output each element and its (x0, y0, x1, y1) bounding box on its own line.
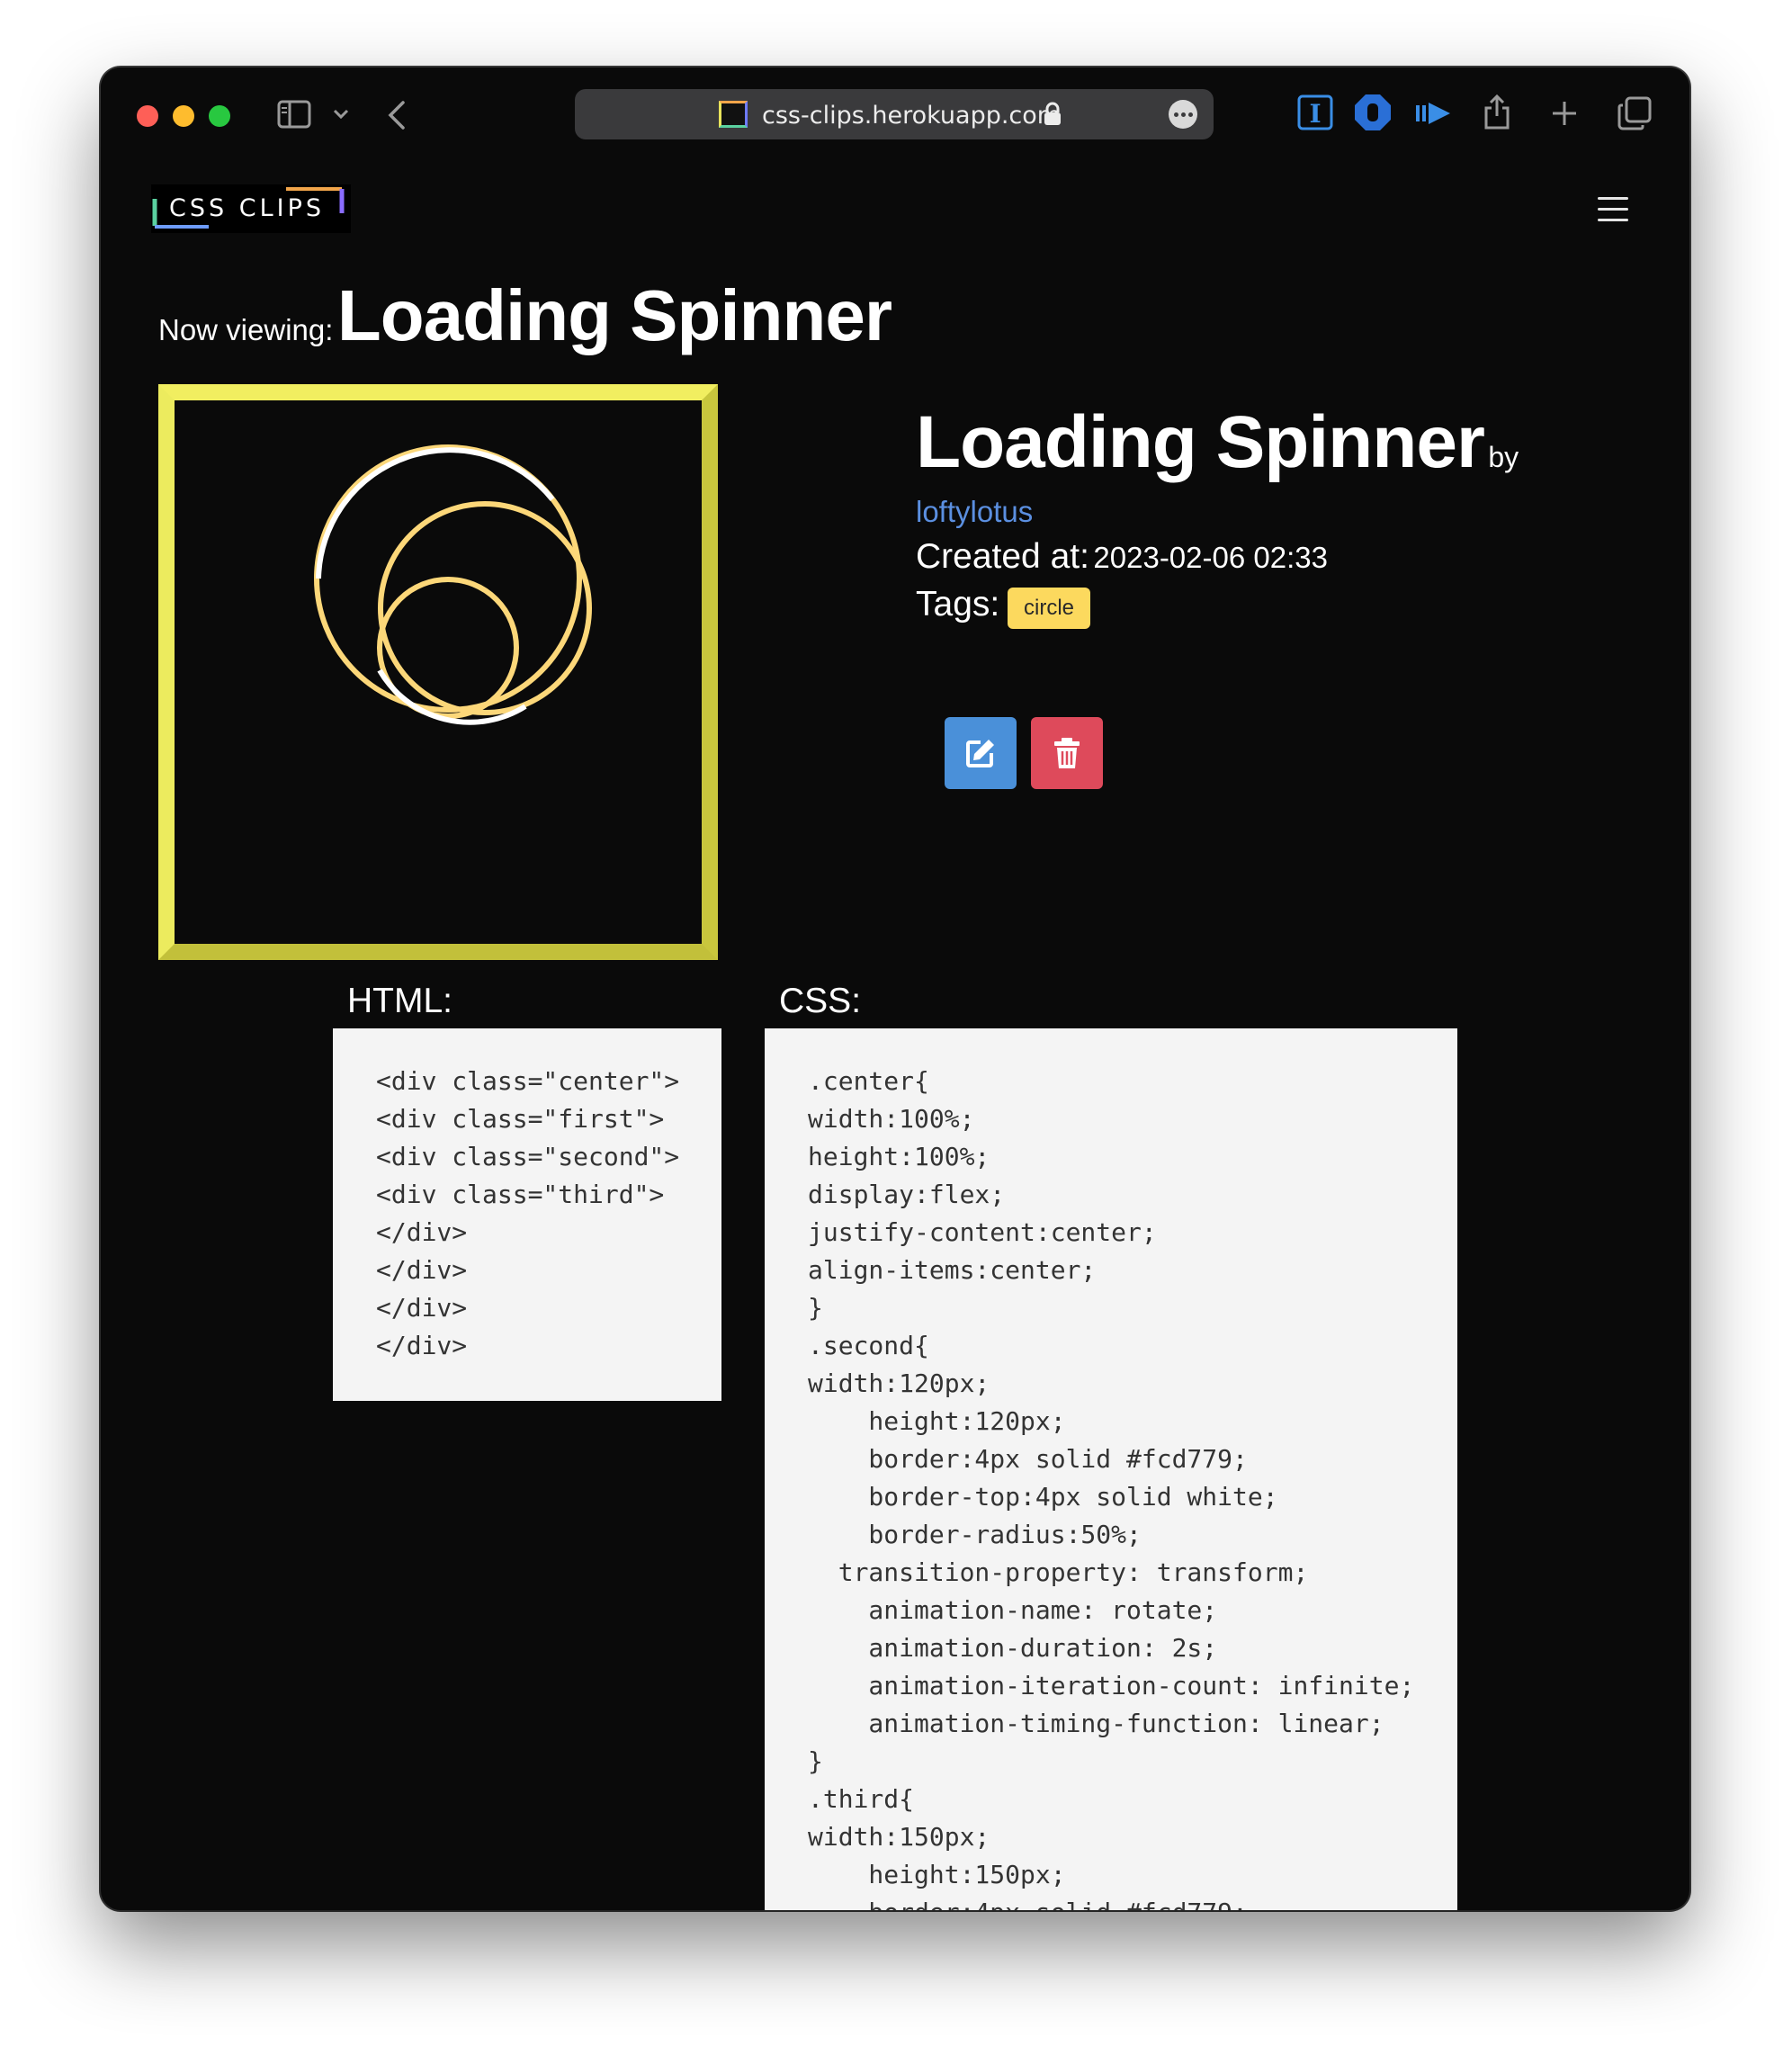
logo-text: CSS CLIPS (169, 194, 325, 222)
svg-text:I: I (1309, 99, 1321, 129)
by-label: by (1488, 441, 1519, 473)
css-code-line: display:flex; (808, 1180, 1006, 1209)
now-viewing-label: Now viewing: (158, 313, 334, 346)
edit-button[interactable] (945, 717, 1017, 789)
html-code-block[interactable]: <div class="center"> <div class="first"> <… (333, 1028, 721, 1401)
css-code-line: .center{ (808, 1066, 929, 1096)
reader-extension-icon[interactable]: I (1297, 94, 1333, 130)
created-label: Created at: (916, 537, 1089, 576)
css-code-label: CSS: (779, 982, 862, 1020)
close-window-button[interactable] (137, 105, 158, 127)
css-code-line: height:120px; (808, 1406, 1066, 1436)
page-heading: Now viewing: Loading Spinner (158, 274, 892, 357)
tags-label: Tags: (916, 585, 1000, 624)
browser-window: css-clips.herokuapp.com I CSS CLIPS Now … (101, 67, 1689, 1910)
css-code-line: align-items:center; (808, 1255, 1097, 1285)
css-code-line: transition-property: transform; (808, 1557, 1309, 1587)
spinner-ring-second (378, 501, 592, 715)
html-code-line: </div> (376, 1255, 468, 1285)
clip-title-block: Loading Spinner by (916, 400, 1519, 485)
hamburger-menu-icon[interactable] (1598, 197, 1628, 222)
css-code-line: animation-iteration-count: infinite; (808, 1671, 1415, 1701)
css-code-line: width:100%; (808, 1104, 975, 1134)
created-at: Created at: 2023-02-06 02:33 (916, 537, 1328, 577)
css-code-line: .third{ (808, 1784, 915, 1814)
new-tab-icon[interactable] (1551, 100, 1578, 127)
trash-icon (1054, 738, 1080, 768)
share-icon[interactable] (1483, 93, 1511, 130)
html-code-line: </div> (376, 1293, 468, 1323)
tag-badge-circle[interactable]: circle (1008, 588, 1091, 629)
css-code-line: width:150px; (808, 1822, 990, 1852)
site-logo[interactable]: CSS CLIPS (151, 184, 351, 233)
css-code-line: } (808, 1746, 823, 1776)
now-viewing-title: Loading Spinner (336, 275, 892, 355)
browser-toolbar: css-clips.herokuapp.com I (101, 67, 1689, 161)
html-code-line: <div class="first"> (376, 1104, 665, 1134)
css-code-line: border-top:4px solid white; (808, 1482, 1278, 1512)
css-code-line: } (808, 1293, 823, 1323)
stop-hand-icon[interactable] (1353, 93, 1393, 132)
site-favicon-icon (719, 101, 748, 128)
html-code-line: </div> (376, 1217, 468, 1247)
clip-title: Loading Spinner (916, 401, 1485, 483)
css-code-line: .second{ (808, 1331, 929, 1360)
lock-icon (1044, 102, 1061, 125)
css-code-line: animation-timing-function: linear; (808, 1709, 1384, 1738)
css-code-line: border:4px solid #fcd779; (808, 1894, 1457, 1910)
playback-icon[interactable] (1414, 100, 1452, 127)
chevron-down-icon[interactable] (333, 109, 349, 120)
zoom-window-button[interactable] (209, 105, 230, 127)
css-code-line: border:4px solid #fcd779; (808, 1444, 1248, 1474)
url-text: css-clips.herokuapp.com (762, 102, 1062, 130)
html-code-line: <div class="third"> (376, 1180, 665, 1209)
created-value: 2023-02-06 02:33 (1093, 541, 1328, 574)
delete-button[interactable] (1031, 717, 1103, 789)
css-code-line: animation-name: rotate; (808, 1595, 1218, 1625)
page-menu-icon[interactable] (1169, 100, 1197, 129)
address-bar[interactable]: css-clips.herokuapp.com (575, 89, 1214, 139)
html-code-line: <div class="second"> (376, 1142, 680, 1171)
css-code-line: animation-duration: 2s; (808, 1633, 1218, 1663)
html-code-line: </div> (376, 1331, 468, 1360)
css-code-line: border-radius:50%; (808, 1520, 1142, 1549)
tab-overview-icon[interactable] (1617, 96, 1652, 130)
author-link[interactable]: loftylotus (916, 495, 1033, 529)
minimize-window-button[interactable] (173, 105, 194, 127)
css-code-line: height:100%; (808, 1142, 990, 1171)
css-code-line: justify-content:center; (808, 1217, 1157, 1247)
html-code-line: <div class="center"> (376, 1066, 680, 1096)
edit-icon (966, 740, 994, 767)
css-code-line: height:150px; (808, 1860, 1066, 1889)
html-code-label: HTML: (347, 982, 452, 1020)
sidebar-toggle-icon[interactable] (277, 100, 311, 129)
spinner-preview-graphic (314, 444, 592, 725)
css-code-line: width:120px; (808, 1368, 990, 1398)
back-icon[interactable] (387, 100, 407, 130)
css-code-block[interactable]: .center{ width:100%; height:100%; display:f… (765, 1028, 1457, 1910)
clip-preview (158, 384, 718, 960)
